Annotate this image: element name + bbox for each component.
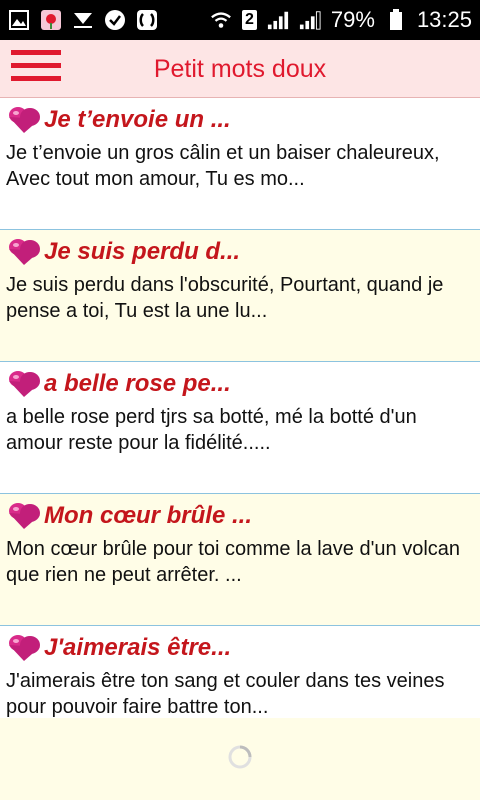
hamburger-menu-icon [11, 49, 61, 88]
app-icon [136, 9, 158, 31]
message-title: Mon cœur brûle ... [44, 502, 252, 529]
message-title: a belle rose pe... [44, 370, 231, 397]
message-card[interactable]: Je suis perdu d... Je suis perdu dans l'… [0, 230, 480, 362]
message-preview: Mon cœur brûle pour toi comme la lave d'… [6, 538, 461, 586]
message-preview: J'aimerais être ton sang et couler dans … [6, 670, 445, 718]
flower-app-icon [40, 9, 62, 31]
heart-icon [6, 633, 44, 663]
sim-badge: 2 [241, 10, 257, 30]
check-icon [104, 9, 126, 31]
heart-icon [6, 501, 44, 531]
clock: 13:25 [416, 7, 472, 32]
battery-icon [385, 9, 407, 31]
message-card[interactable]: J'aimerais être... J'aimerais être ton s… [0, 626, 480, 718]
download-icon [72, 9, 94, 31]
message-list: Je t’envoie un ... Je t’envoie un gros c… [0, 98, 480, 718]
loading-footer [0, 718, 480, 800]
message-preview: Je t’envoie un gros câlin et un baiser c… [6, 142, 440, 190]
message-title: Je suis perdu d... [44, 238, 241, 265]
signal-icon [267, 9, 289, 31]
message-title: Je t’envoie un ... [44, 106, 231, 133]
menu-button[interactable] [0, 40, 72, 98]
heart-icon [6, 105, 44, 135]
status-bar: 2 79% 13:25 [0, 0, 480, 40]
battery-percent: 79% [330, 7, 375, 32]
signal-icon [299, 9, 321, 31]
gallery-icon [8, 9, 30, 31]
message-preview: a belle rose perd tjrs sa botté, mé la b… [6, 406, 417, 454]
page-title: Petit mots doux [153, 55, 327, 83]
message-card[interactable]: Je t’envoie un ... Je t’envoie un gros c… [0, 98, 480, 230]
wifi-icon [210, 9, 232, 31]
message-preview: Je suis perdu dans l'obscurité, Pourtant… [6, 274, 444, 322]
heart-icon [6, 237, 44, 267]
spinner-icon [227, 744, 253, 775]
heart-icon [6, 369, 44, 399]
message-title: J'aimerais être... [44, 634, 232, 661]
message-card[interactable]: Mon cœur brûle ... Mon cœur brûle pour t… [0, 494, 480, 626]
message-card[interactable]: a belle rose pe... a belle rose perd tjr… [0, 362, 480, 494]
status-bar-system: 2 79% 13:25 [210, 7, 472, 33]
status-bar-notifications [8, 9, 158, 31]
app-bar: Petit mots doux [0, 40, 480, 98]
